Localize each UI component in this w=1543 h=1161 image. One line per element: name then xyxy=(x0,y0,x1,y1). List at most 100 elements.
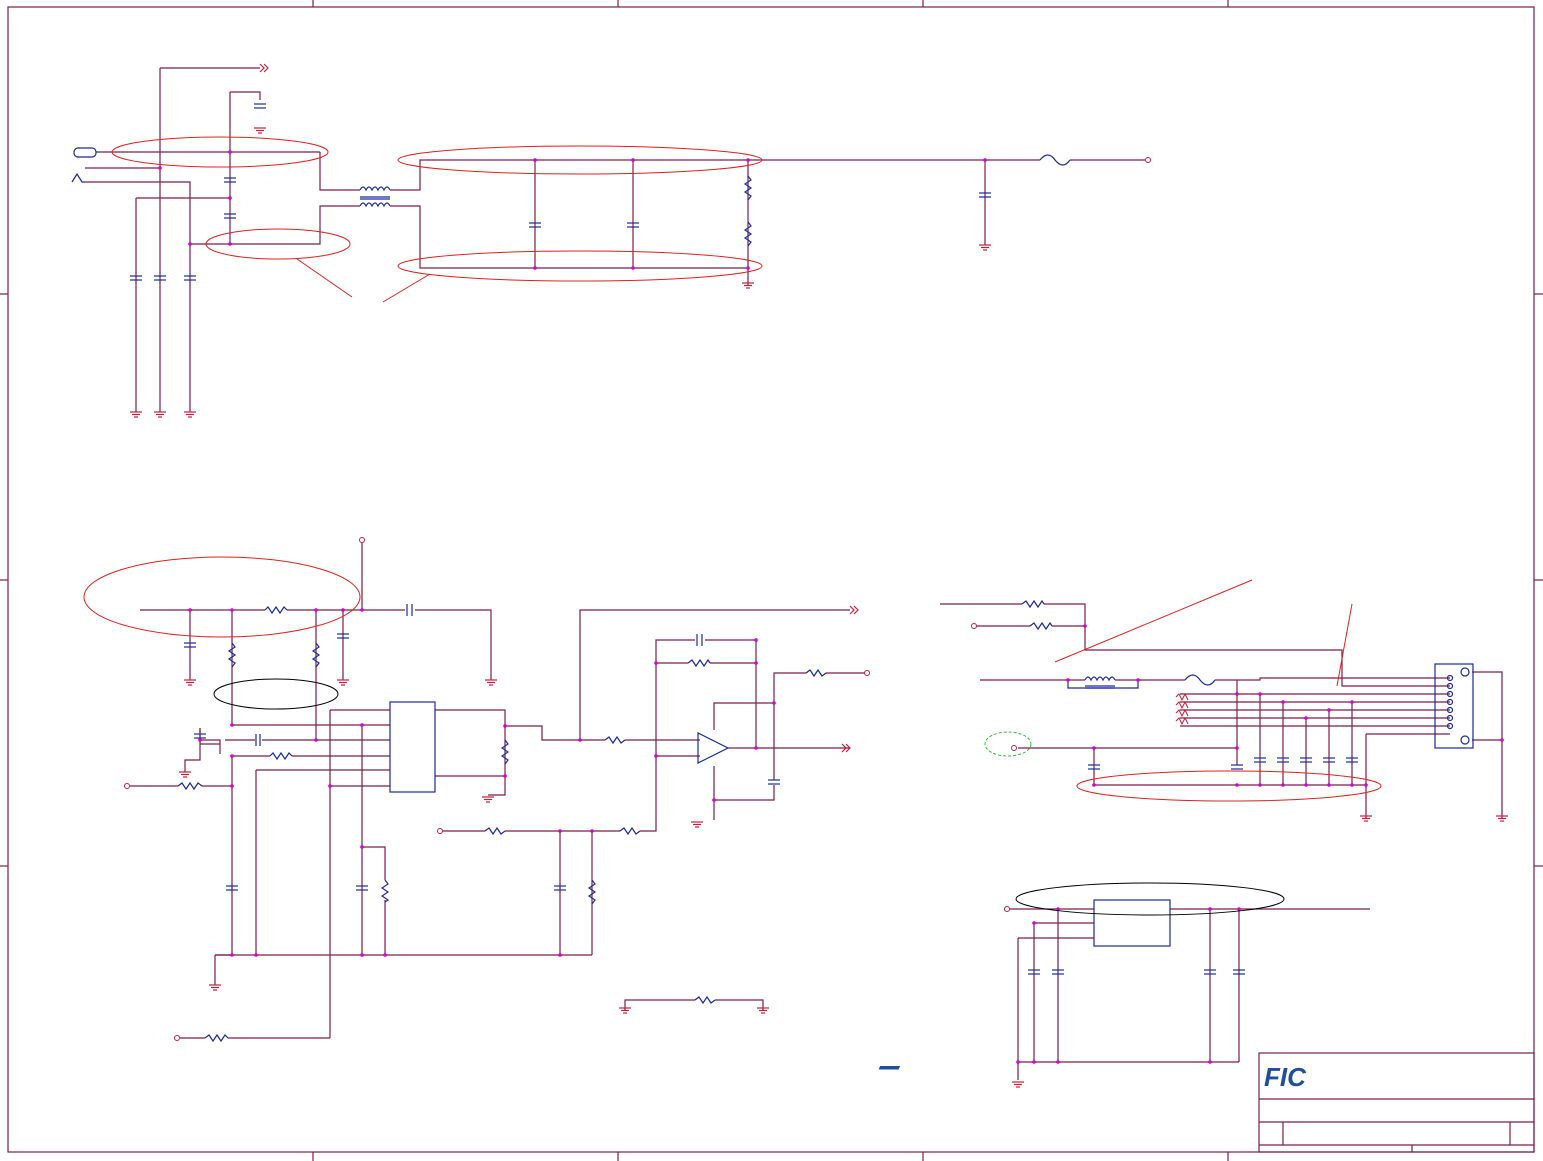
capacitor-c14 xyxy=(255,734,261,746)
junction-dot xyxy=(360,723,364,727)
junction-dot xyxy=(1350,700,1354,704)
capacitor-c21 xyxy=(1231,764,1243,770)
junction-dot xyxy=(746,158,750,162)
resistor-r12 xyxy=(619,826,641,836)
junction-dot xyxy=(558,829,562,833)
junction-dot xyxy=(1136,678,1140,682)
resistor-r6 xyxy=(269,751,293,761)
junction-dot xyxy=(228,150,232,154)
junction-dot xyxy=(631,266,635,270)
junction-dot xyxy=(1092,783,1096,787)
logo-text: FIC xyxy=(1264,1062,1307,1092)
ground-symbol xyxy=(130,411,142,418)
junction-dot xyxy=(1235,692,1239,696)
resistor-r11 xyxy=(484,826,506,836)
junction-dot xyxy=(230,608,234,612)
schematic-sheet: FIC xyxy=(0,0,1543,1161)
junction-dot xyxy=(383,953,387,957)
ground-symbol xyxy=(184,679,196,686)
capacitor-c1 xyxy=(254,103,266,109)
junction-dot xyxy=(1500,738,1504,742)
junction-dot xyxy=(631,158,635,162)
capacitor-c18 xyxy=(696,634,703,646)
annotations xyxy=(83,136,1382,916)
regulator-u3 xyxy=(1093,899,1171,947)
junction-dot xyxy=(230,784,234,788)
junction-dot xyxy=(188,242,192,246)
opamp-u1 xyxy=(697,732,730,764)
fuse-f1 xyxy=(1039,154,1071,166)
choke-l1 xyxy=(1067,676,1139,689)
junction-dot xyxy=(503,774,507,778)
annotation-callouts xyxy=(296,258,1353,687)
capacitor-c19 xyxy=(768,779,780,785)
resistor-r17 xyxy=(204,1033,229,1043)
resistor-r14 xyxy=(805,668,827,678)
junction-dot xyxy=(254,953,258,957)
ground-symbol xyxy=(337,679,349,686)
junction-dot xyxy=(1258,783,1262,787)
ground-symbol xyxy=(254,127,266,134)
junction-dot xyxy=(228,196,232,200)
junction-dot xyxy=(1281,783,1285,787)
junctions xyxy=(158,150,1504,1064)
resistor-r3 xyxy=(264,605,288,615)
junction-dot xyxy=(341,608,345,612)
resistor-array xyxy=(1175,692,1189,726)
offpage-connectors xyxy=(259,63,859,753)
junction-dot xyxy=(230,754,234,758)
junction-dot xyxy=(1281,700,1285,704)
junction-dot xyxy=(1350,783,1354,787)
junction-dot xyxy=(1208,1060,1212,1064)
junction-dot xyxy=(1208,907,1212,911)
junction-dot xyxy=(1304,716,1308,720)
junction-dot xyxy=(1032,1060,1036,1064)
ic-u2 xyxy=(389,701,436,793)
junction-dot xyxy=(533,158,537,162)
junction-dot xyxy=(654,754,658,758)
resistor-r9 xyxy=(380,879,390,903)
junction-dot xyxy=(1092,746,1096,750)
ground-symbol xyxy=(691,821,703,828)
resistor-r18 xyxy=(1021,599,1045,609)
junction-dot xyxy=(360,953,364,957)
junction-dot xyxy=(360,608,364,612)
resistor-r7 xyxy=(177,781,203,791)
junction-dot xyxy=(1032,921,1036,925)
junction-dot xyxy=(228,242,232,246)
junction-dot xyxy=(1235,746,1239,750)
fuse-f2 xyxy=(1184,674,1216,686)
junction-dot xyxy=(314,738,318,742)
junction-dot xyxy=(754,746,758,750)
annotation-ellipse-9 xyxy=(984,731,1032,757)
junction-dot xyxy=(314,608,318,612)
junction-dot xyxy=(230,723,234,727)
junction-dot xyxy=(1066,678,1070,682)
ground-symbol xyxy=(179,771,191,778)
wires xyxy=(85,67,1503,1080)
junction-dot xyxy=(754,661,758,665)
junction-dot xyxy=(198,738,202,742)
junction-dot xyxy=(578,738,582,742)
fic-logo: FIC xyxy=(878,1062,1307,1092)
junction-dot xyxy=(230,953,234,957)
junction-dot xyxy=(772,701,776,705)
annotation-ellipse-5 xyxy=(83,556,361,638)
annotation-ellipse-6 xyxy=(1076,770,1382,802)
input-jack xyxy=(71,147,100,183)
junction-dot xyxy=(983,158,987,162)
junction-dot xyxy=(1364,783,1368,787)
junction-dot xyxy=(158,166,162,170)
sheet-border xyxy=(0,0,1543,1161)
junction-dot xyxy=(558,953,562,957)
junction-dot xyxy=(590,829,594,833)
ground-symbol xyxy=(979,244,991,251)
pin-terminals xyxy=(124,157,1151,1041)
transformer-t1 xyxy=(359,186,391,208)
junction-dot xyxy=(1304,783,1308,787)
junction-dot xyxy=(328,784,332,788)
junction-dot xyxy=(1327,783,1331,787)
junction-dot xyxy=(1016,1060,1020,1064)
junction-dot xyxy=(188,608,192,612)
ground-symbol xyxy=(154,411,166,418)
